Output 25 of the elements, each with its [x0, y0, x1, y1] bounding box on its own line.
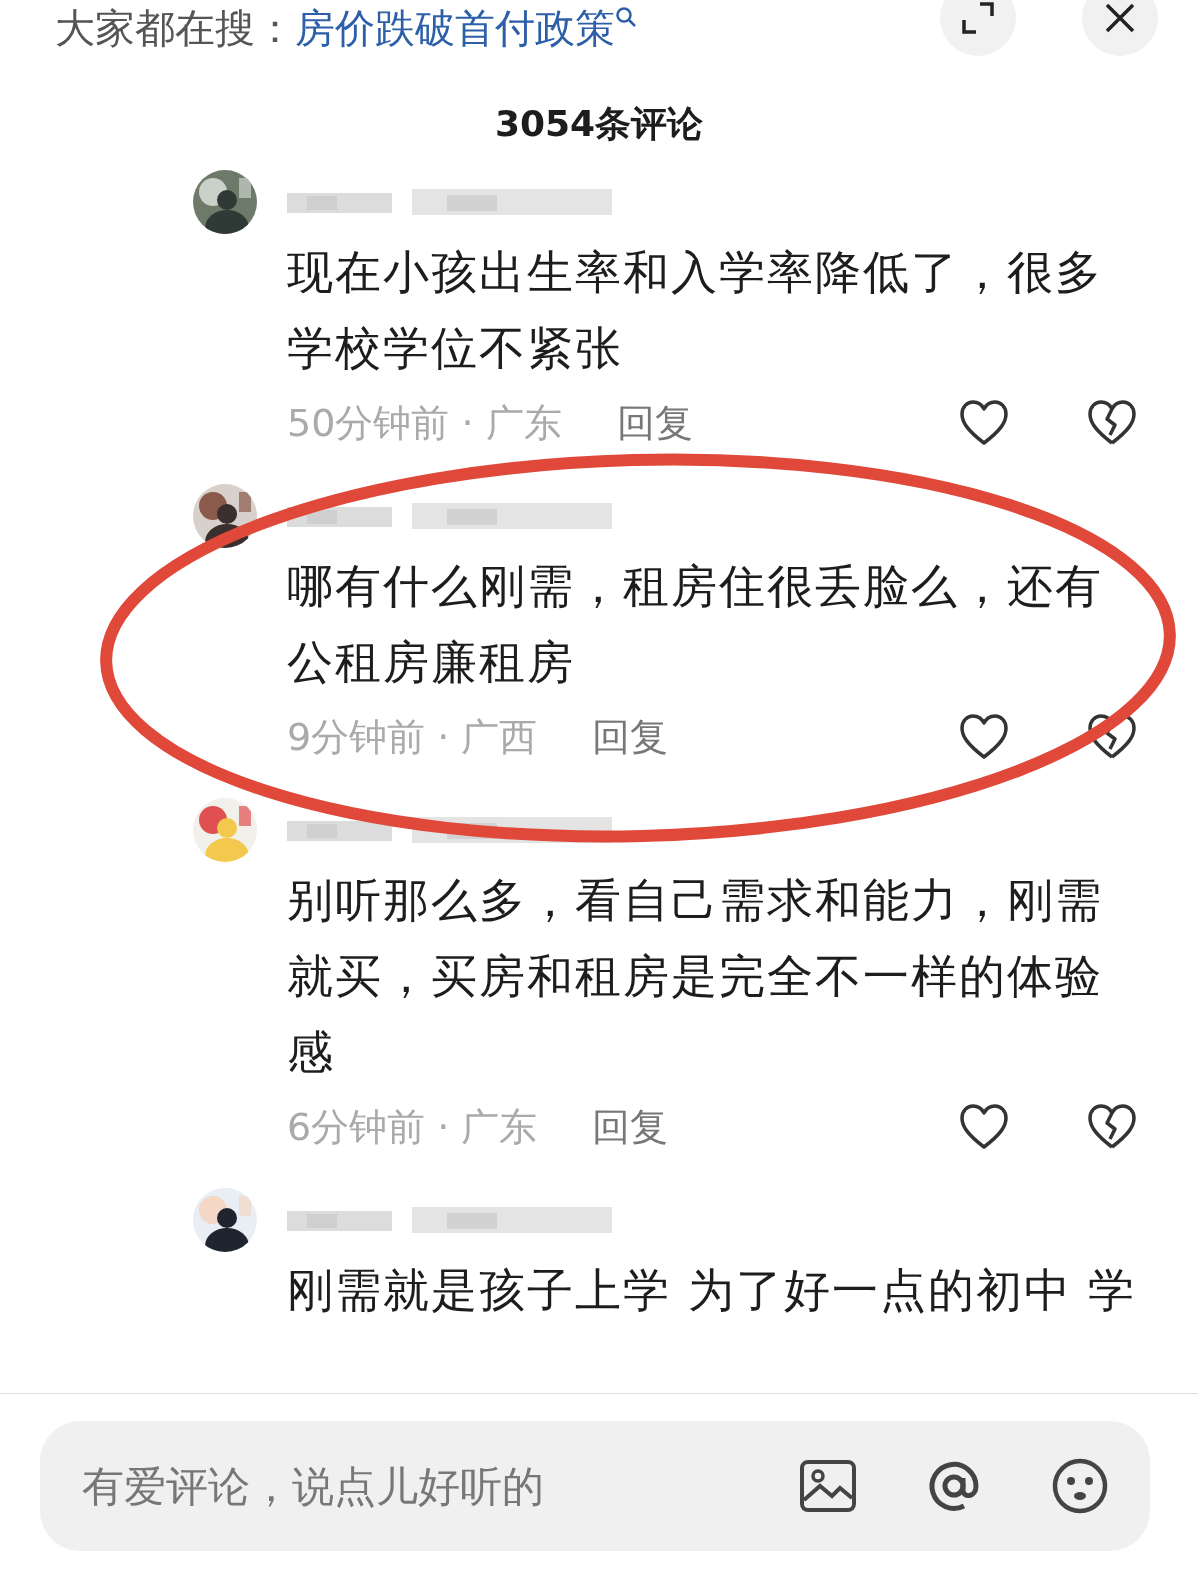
- trending-search-link[interactable]: 房价跌破首付政策: [295, 0, 615, 56]
- reply-link[interactable]: 回复: [592, 711, 669, 763]
- comment-text: 别听那么多，看自己需求和能力，刚需就买，买房和租房是完全不一样的体验感: [287, 872, 1104, 1081]
- close-button[interactable]: [1082, 0, 1158, 56]
- search-icon: [615, 6, 637, 28]
- close-icon: [1103, 1, 1137, 35]
- comment-time-location: 50分钟前 · 广东: [287, 399, 562, 447]
- comment-time-location: 9分钟前 · 广西: [287, 713, 538, 761]
- broken-heart-icon[interactable]: [1087, 1103, 1137, 1151]
- heart-icon[interactable]: [959, 399, 1009, 447]
- comment-text: 现在小孩出生率和入学率降低了，很多学校学位不紧张: [287, 244, 1104, 377]
- reply-link[interactable]: 回复: [592, 1101, 669, 1153]
- comment-time-location: 6分钟前 · 广东: [287, 1103, 538, 1151]
- comment-text: 哪有什么刚需，租房住很丢脸么，还有公租房廉租房: [287, 558, 1104, 691]
- broken-heart-icon[interactable]: [1087, 399, 1137, 447]
- reply-link[interactable]: 回复: [616, 397, 693, 449]
- comments-count-title: 3054条评论: [493, 102, 705, 146]
- search-hint-label: 大家都在搜：: [55, 3, 295, 53]
- comment-text: 刚需就是孩子上学 为了好一点的初中 学: [287, 1262, 1137, 1319]
- emoji-icon[interactable]: [1050, 1456, 1110, 1516]
- heart-icon[interactable]: [959, 713, 1009, 761]
- expand-button[interactable]: [940, 0, 1016, 56]
- expand-icon: [960, 0, 996, 36]
- heart-icon[interactable]: [959, 1103, 1009, 1151]
- comment-input-field[interactable]: 有爱评论，说点儿好听的: [80, 1460, 732, 1512]
